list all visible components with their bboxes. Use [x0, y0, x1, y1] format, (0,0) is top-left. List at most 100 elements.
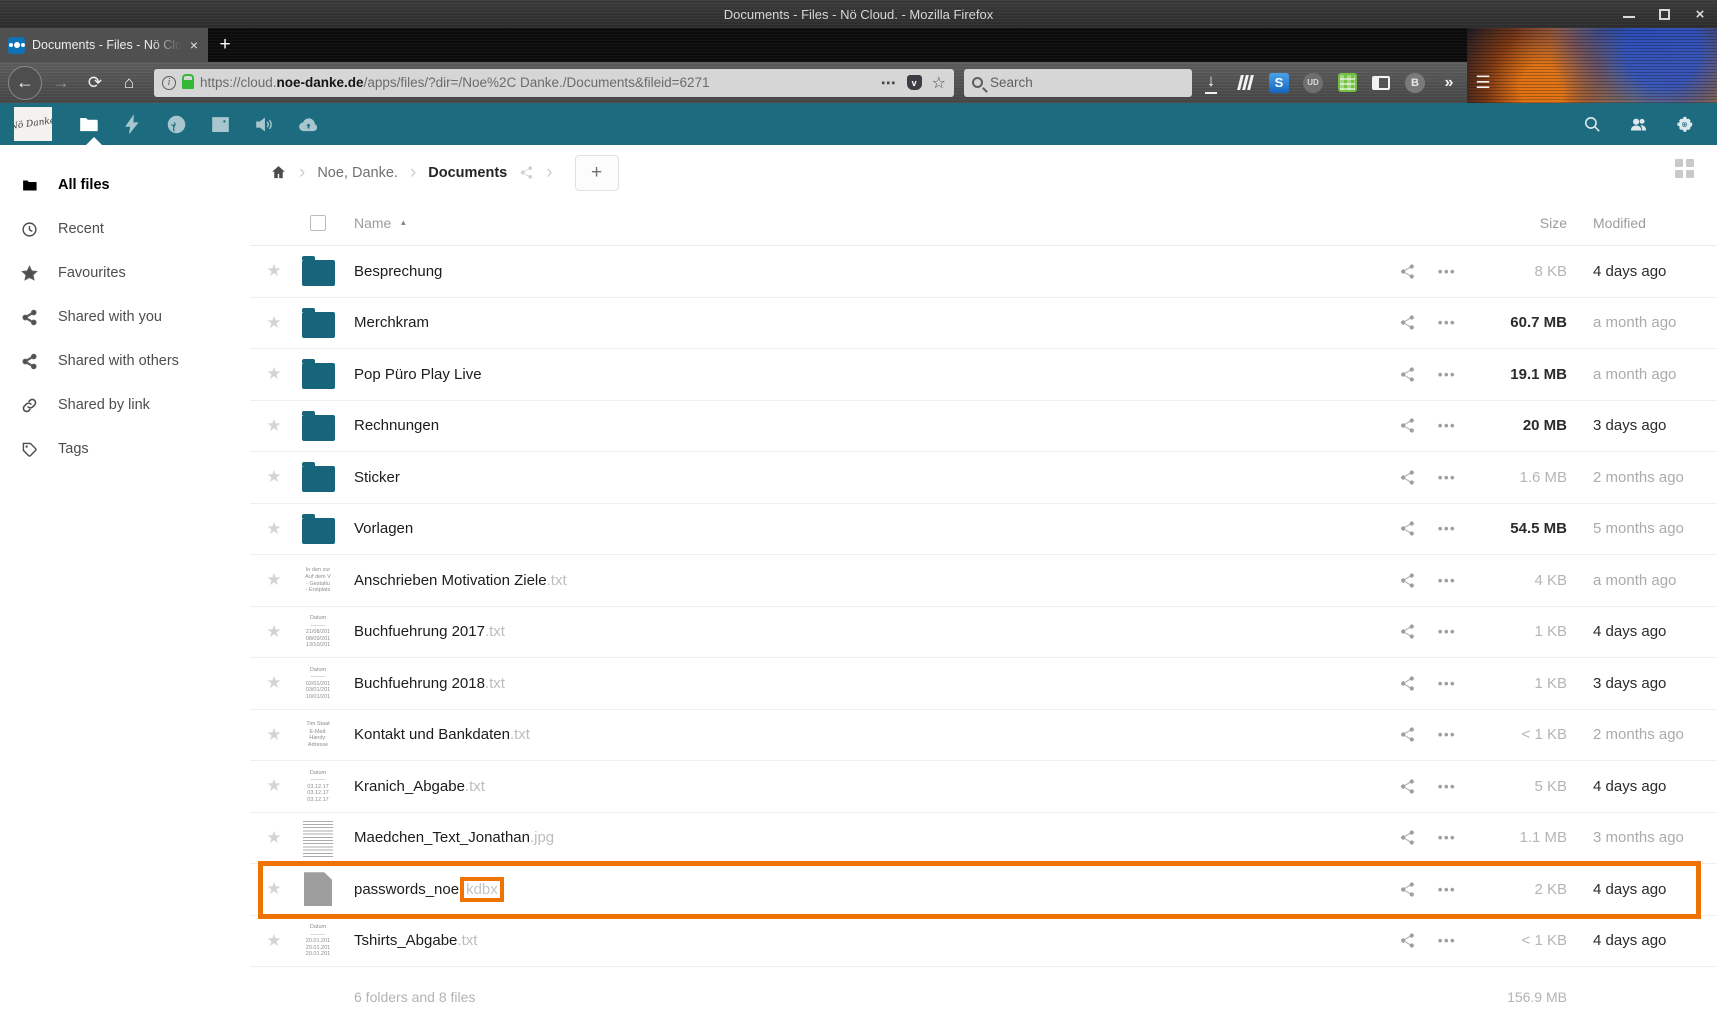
crumb-current-folder[interactable]: Documents [428, 165, 507, 181]
sidebar-item-shared-by-link[interactable]: Shared by link [0, 383, 250, 427]
file-name[interactable]: Tshirts_Abgabe [354, 932, 457, 949]
https-lock-icon[interactable] [182, 80, 194, 89]
share-icon[interactable] [1399, 520, 1416, 537]
more-actions-icon[interactable]: ••• [1438, 727, 1456, 742]
sidebar-item-tags[interactable]: Tags [0, 427, 250, 471]
file-row[interactable]: ★ Datum--------02/01/20103/01/20110/01/2… [250, 658, 1717, 710]
share-icon[interactable] [1399, 726, 1416, 743]
file-row[interactable]: ★ Maedchen_Text_Jonathan.jpg ••• 1.1 MB … [250, 813, 1717, 865]
url-text[interactable]: https://cloud.noe-danke.de/apps/files/?d… [200, 75, 875, 90]
favorite-star-icon[interactable]: ★ [266, 879, 281, 899]
file-name[interactable]: Anschrieben Motivation Ziele [354, 572, 547, 589]
name-column-header[interactable]: Name▲ [354, 215, 1387, 231]
share-icon[interactable] [1399, 932, 1416, 949]
page-actions-icon[interactable]: ⋯ [881, 74, 897, 92]
file-name[interactable]: Sticker [354, 469, 400, 486]
home-icon[interactable] [270, 164, 287, 181]
size-column-header[interactable]: Size [1467, 215, 1567, 231]
more-actions-icon[interactable]: ••• [1438, 830, 1456, 845]
hamburger-menu-button[interactable]: ☰ [1468, 68, 1498, 98]
file-row[interactable]: ★ Sticker ••• 1.6 MB 2 months ago [250, 452, 1717, 504]
more-actions-icon[interactable]: ••• [1438, 573, 1456, 588]
sidebar-item-shared-with-you[interactable]: Shared with you [0, 295, 250, 339]
library-button[interactable] [1230, 68, 1260, 98]
share-icon[interactable] [1399, 881, 1416, 898]
favorite-star-icon[interactable]: ★ [266, 313, 281, 333]
sidebar-toggle-button[interactable] [1366, 68, 1396, 98]
select-all-checkbox[interactable] [310, 215, 326, 231]
search-button[interactable] [1573, 103, 1611, 145]
favorite-star-icon[interactable]: ★ [266, 622, 281, 642]
settings-button[interactable] [1665, 103, 1703, 145]
favorite-star-icon[interactable]: ★ [266, 261, 281, 281]
home-button[interactable]: ⌂ [114, 68, 144, 98]
share-icon[interactable] [1399, 417, 1416, 434]
more-actions-icon[interactable]: ••• [1438, 367, 1456, 382]
share-icon[interactable] [1399, 829, 1416, 846]
favorite-star-icon[interactable]: ★ [266, 416, 281, 436]
file-row[interactable]: ★ Datum--------20.01.20120.01.20120.01.2… [250, 916, 1717, 968]
sidebar-item-recent[interactable]: Recent [0, 207, 250, 251]
url-bar[interactable]: i https://cloud.noe-danke.de/apps/files/… [154, 69, 954, 97]
sidebar-item-shared-with-others[interactable]: Shared with others [0, 339, 250, 383]
share-icon[interactable] [1399, 469, 1416, 486]
reload-button[interactable]: ⟳ [80, 68, 110, 98]
tab-close-icon[interactable]: × [188, 37, 200, 53]
file-name[interactable]: Maedchen_Text_Jonathan [354, 829, 530, 846]
more-actions-icon[interactable]: ••• [1438, 624, 1456, 639]
file-row[interactable]: ★ Tim StaatE-Mail:Handy:Adresse Kontakt … [250, 710, 1717, 762]
file-name[interactable]: Merchkram [354, 314, 429, 331]
file-name[interactable]: Pop Püro Play Live [354, 366, 482, 383]
share-icon[interactable] [1399, 263, 1416, 280]
more-actions-icon[interactable]: ••• [1438, 315, 1456, 330]
back-button[interactable]: ← [8, 66, 42, 100]
nextcloud-logo[interactable]: Nö Danke [14, 107, 52, 141]
favorite-star-icon[interactable]: ★ [266, 467, 281, 487]
app-passwords[interactable] [154, 103, 198, 145]
minimize-button[interactable] [1623, 10, 1635, 18]
file-row[interactable]: ★ Besprechung ••• 8 KB 4 days ago [250, 246, 1717, 298]
favorite-star-icon[interactable]: ★ [266, 364, 281, 384]
file-name[interactable]: Vorlagen [354, 520, 413, 537]
extension-ud-button[interactable]: UD [1298, 68, 1328, 98]
new-file-button[interactable]: + [575, 155, 619, 191]
modified-column-header[interactable]: Modified [1567, 215, 1689, 231]
sidebar-item-favourites[interactable]: Favourites [0, 251, 250, 295]
app-cloud[interactable] [286, 103, 330, 145]
share-icon[interactable] [1399, 675, 1416, 692]
app-activity[interactable] [110, 103, 154, 145]
more-actions-icon[interactable]: ••• [1438, 933, 1456, 948]
more-actions-icon[interactable]: ••• [1438, 264, 1456, 279]
more-actions-icon[interactable]: ••• [1438, 779, 1456, 794]
file-name[interactable]: Buchfuehrung 2018 [354, 675, 485, 692]
new-tab-button[interactable]: + [208, 28, 242, 62]
maximize-button[interactable] [1659, 9, 1670, 20]
more-actions-icon[interactable]: ••• [1438, 676, 1456, 691]
file-name[interactable]: Rechnungen [354, 417, 439, 434]
extension-s-button[interactable]: S [1264, 68, 1294, 98]
favorite-star-icon[interactable]: ★ [266, 673, 281, 693]
favorite-star-icon[interactable]: ★ [266, 931, 281, 951]
favorite-star-icon[interactable]: ★ [266, 519, 281, 539]
file-name[interactable]: Kranich_Abgabe [354, 778, 465, 795]
share-icon[interactable] [1399, 623, 1416, 640]
file-row[interactable]: ★ In den zurAuf dem V- Gestaltu- Erstpla… [250, 555, 1717, 607]
file-name[interactable]: Besprechung [354, 263, 442, 280]
sidebar-item-all-files[interactable]: All files [0, 163, 250, 207]
file-row[interactable]: ★ Merchkram ••• 60.7 MB a month ago [250, 298, 1717, 350]
file-name[interactable]: passwords_noe [354, 881, 459, 898]
favorite-star-icon[interactable]: ★ [266, 725, 281, 745]
share-icon[interactable] [1399, 778, 1416, 795]
favorite-star-icon[interactable]: ★ [266, 570, 281, 590]
forward-button[interactable]: → [46, 68, 76, 98]
share-icon[interactable] [1399, 366, 1416, 383]
crumb-folder[interactable]: Noe, Danke. [317, 165, 398, 181]
contacts-button[interactable] [1619, 103, 1657, 145]
file-row[interactable]: ★ Datum--------03.12.1703.12.1703.12.17 … [250, 761, 1717, 813]
file-row[interactable]: ★ Pop Püro Play Live ••• 19.1 MB a month… [250, 349, 1717, 401]
share-icon[interactable] [1399, 572, 1416, 589]
more-actions-icon[interactable]: ••• [1438, 521, 1456, 536]
more-actions-icon[interactable]: ••• [1438, 470, 1456, 485]
bookmark-star-icon[interactable]: ☆ [932, 73, 946, 93]
file-row[interactable]: ★ Vorlagen ••• 54.5 MB 5 months ago [250, 504, 1717, 556]
